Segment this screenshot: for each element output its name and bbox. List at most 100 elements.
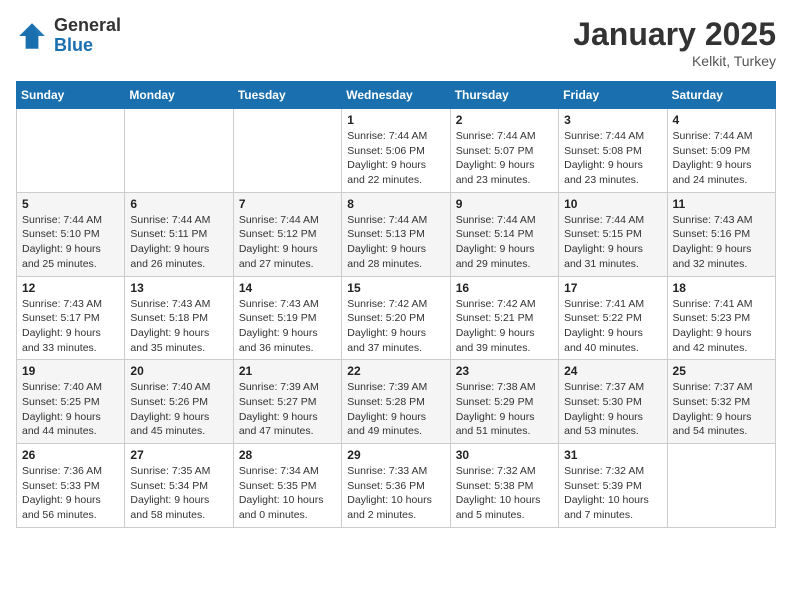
day-number: 21	[239, 364, 336, 378]
day-info: Sunrise: 7:43 AM Sunset: 5:18 PM Dayligh…	[130, 297, 227, 356]
day-info: Sunrise: 7:35 AM Sunset: 5:34 PM Dayligh…	[130, 464, 227, 523]
day-info: Sunrise: 7:44 AM Sunset: 5:11 PM Dayligh…	[130, 213, 227, 272]
day-info: Sunrise: 7:44 AM Sunset: 5:15 PM Dayligh…	[564, 213, 661, 272]
day-info: Sunrise: 7:39 AM Sunset: 5:27 PM Dayligh…	[239, 380, 336, 439]
calendar-cell: 19Sunrise: 7:40 AM Sunset: 5:25 PM Dayli…	[17, 360, 125, 444]
calendar-cell: 15Sunrise: 7:42 AM Sunset: 5:20 PM Dayli…	[342, 276, 450, 360]
day-info: Sunrise: 7:42 AM Sunset: 5:21 PM Dayligh…	[456, 297, 553, 356]
day-info: Sunrise: 7:44 AM Sunset: 5:13 PM Dayligh…	[347, 213, 444, 272]
weekday-header: Friday	[559, 82, 667, 109]
day-info: Sunrise: 7:44 AM Sunset: 5:09 PM Dayligh…	[673, 129, 770, 188]
calendar-cell: 10Sunrise: 7:44 AM Sunset: 5:15 PM Dayli…	[559, 192, 667, 276]
calendar-cell: 31 Sunrise: 7:32 AM Sunset: 5:39 PM Dayli…	[559, 444, 667, 528]
calendar-week-row: 5Sunrise: 7:44 AM Sunset: 5:10 PM Daylig…	[17, 192, 776, 276]
day-info: Sunrise: 7:32 AM Sunset: 5:39 PM Dayligh…	[564, 464, 661, 523]
day-info: Sunrise: 7:39 AM Sunset: 5:28 PM Dayligh…	[347, 380, 444, 439]
day-number: 26	[22, 448, 119, 462]
calendar-cell: 5Sunrise: 7:44 AM Sunset: 5:10 PM Daylig…	[17, 192, 125, 276]
day-number: 20	[130, 364, 227, 378]
calendar-cell: 29Sunrise: 7:33 AM Sunset: 5:36 PM Dayli…	[342, 444, 450, 528]
day-info: Sunrise: 7:40 AM Sunset: 5:26 PM Dayligh…	[130, 380, 227, 439]
calendar-cell: 17 Sunrise: 7:41 AM Sunset: 5:22 PM Dayli…	[559, 276, 667, 360]
day-number: 11	[673, 197, 770, 211]
weekday-header: Thursday	[450, 82, 558, 109]
weekday-header: Saturday	[667, 82, 775, 109]
month-year-title: January 2025	[573, 16, 776, 53]
calendar-cell	[233, 109, 341, 193]
day-info: Sunrise: 7:44 AM Sunset: 5:07 PM Dayligh…	[456, 129, 553, 188]
calendar-cell: 6Sunrise: 7:44 AM Sunset: 5:11 PM Daylig…	[125, 192, 233, 276]
weekday-header: Wednesday	[342, 82, 450, 109]
calendar-week-row: 26 Sunrise: 7:36 AM Sunset: 5:33 PM Dayli…	[17, 444, 776, 528]
location-text: Kelkit, Turkey	[573, 53, 776, 69]
day-number: 18	[673, 281, 770, 295]
day-number: 30	[456, 448, 553, 462]
calendar-week-row: 1 Sunrise: 7:44 AM Sunset: 5:06 PM Daylig…	[17, 109, 776, 193]
calendar-cell: 12 Sunrise: 7:43 AM Sunset: 5:17 PM Dayli…	[17, 276, 125, 360]
day-info: Sunrise: 7:43 AM Sunset: 5:17 PM Dayligh…	[22, 297, 119, 356]
day-info: Sunrise: 7:44 AM Sunset: 5:14 PM Dayligh…	[456, 213, 553, 272]
day-number: 1	[347, 113, 444, 127]
day-info: Sunrise: 7:37 AM Sunset: 5:30 PM Dayligh…	[564, 380, 661, 439]
day-number: 14	[239, 281, 336, 295]
calendar-header-row: SundayMondayTuesdayWednesdayThursdayFrid…	[17, 82, 776, 109]
calendar-cell: 21 Sunrise: 7:39 AM Sunset: 5:27 PM Dayli…	[233, 360, 341, 444]
weekday-header: Sunday	[17, 82, 125, 109]
day-number: 7	[239, 197, 336, 211]
day-number: 2	[456, 113, 553, 127]
calendar-week-row: 12 Sunrise: 7:43 AM Sunset: 5:17 PM Dayli…	[17, 276, 776, 360]
day-info: Sunrise: 7:43 AM Sunset: 5:16 PM Dayligh…	[673, 213, 770, 272]
day-info: Sunrise: 7:34 AM Sunset: 5:35 PM Dayligh…	[239, 464, 336, 523]
day-info: Sunrise: 7:38 AM Sunset: 5:29 PM Dayligh…	[456, 380, 553, 439]
calendar-cell: 23 Sunrise: 7:38 AM Sunset: 5:29 PM Dayli…	[450, 360, 558, 444]
day-number: 31	[564, 448, 661, 462]
day-number: 4	[673, 113, 770, 127]
calendar-cell: 1 Sunrise: 7:44 AM Sunset: 5:06 PM Daylig…	[342, 109, 450, 193]
day-number: 22	[347, 364, 444, 378]
calendar-cell: 28Sunrise: 7:34 AM Sunset: 5:35 PM Dayli…	[233, 444, 341, 528]
day-info: Sunrise: 7:37 AM Sunset: 5:32 PM Dayligh…	[673, 380, 770, 439]
day-number: 8	[347, 197, 444, 211]
day-info: Sunrise: 7:32 AM Sunset: 5:38 PM Dayligh…	[456, 464, 553, 523]
calendar-cell: 24Sunrise: 7:37 AM Sunset: 5:30 PM Dayli…	[559, 360, 667, 444]
logo-icon	[16, 20, 48, 52]
calendar-cell: 25 Sunrise: 7:37 AM Sunset: 5:32 PM Dayli…	[667, 360, 775, 444]
title-block: January 2025 Kelkit, Turkey	[573, 16, 776, 69]
day-number: 3	[564, 113, 661, 127]
logo-blue-text: Blue	[54, 35, 93, 55]
calendar-table: SundayMondayTuesdayWednesdayThursdayFrid…	[16, 81, 776, 528]
day-number: 25	[673, 364, 770, 378]
day-number: 16	[456, 281, 553, 295]
calendar-cell: 20 Sunrise: 7:40 AM Sunset: 5:26 PM Dayli…	[125, 360, 233, 444]
calendar-cell: 4 Sunrise: 7:44 AM Sunset: 5:09 PM Daylig…	[667, 109, 775, 193]
calendar-cell: 11 Sunrise: 7:43 AM Sunset: 5:16 PM Dayli…	[667, 192, 775, 276]
calendar-cell	[17, 109, 125, 193]
day-info: Sunrise: 7:36 AM Sunset: 5:33 PM Dayligh…	[22, 464, 119, 523]
logo-general-text: General	[54, 15, 121, 35]
day-info: Sunrise: 7:44 AM Sunset: 5:12 PM Dayligh…	[239, 213, 336, 272]
day-number: 19	[22, 364, 119, 378]
calendar-cell: 9Sunrise: 7:44 AM Sunset: 5:14 PM Daylig…	[450, 192, 558, 276]
calendar-week-row: 19Sunrise: 7:40 AM Sunset: 5:25 PM Dayli…	[17, 360, 776, 444]
calendar-cell: 22 Sunrise: 7:39 AM Sunset: 5:28 PM Dayli…	[342, 360, 450, 444]
day-number: 12	[22, 281, 119, 295]
calendar-cell: 7 Sunrise: 7:44 AM Sunset: 5:12 PM Daylig…	[233, 192, 341, 276]
calendar-cell: 3Sunrise: 7:44 AM Sunset: 5:08 PM Daylig…	[559, 109, 667, 193]
day-number: 15	[347, 281, 444, 295]
day-info: Sunrise: 7:33 AM Sunset: 5:36 PM Dayligh…	[347, 464, 444, 523]
day-info: Sunrise: 7:41 AM Sunset: 5:22 PM Dayligh…	[564, 297, 661, 356]
day-number: 27	[130, 448, 227, 462]
calendar-cell	[667, 444, 775, 528]
day-info: Sunrise: 7:44 AM Sunset: 5:10 PM Dayligh…	[22, 213, 119, 272]
calendar-cell	[125, 109, 233, 193]
day-info: Sunrise: 7:43 AM Sunset: 5:19 PM Dayligh…	[239, 297, 336, 356]
day-number: 23	[456, 364, 553, 378]
day-number: 13	[130, 281, 227, 295]
calendar-cell: 13 Sunrise: 7:43 AM Sunset: 5:18 PM Dayli…	[125, 276, 233, 360]
calendar-cell: 2 Sunrise: 7:44 AM Sunset: 5:07 PM Daylig…	[450, 109, 558, 193]
page-header: General Blue January 2025 Kelkit, Turkey	[16, 16, 776, 69]
weekday-header: Monday	[125, 82, 233, 109]
day-info: Sunrise: 7:44 AM Sunset: 5:06 PM Dayligh…	[347, 129, 444, 188]
day-info: Sunrise: 7:41 AM Sunset: 5:23 PM Dayligh…	[673, 297, 770, 356]
day-number: 17	[564, 281, 661, 295]
